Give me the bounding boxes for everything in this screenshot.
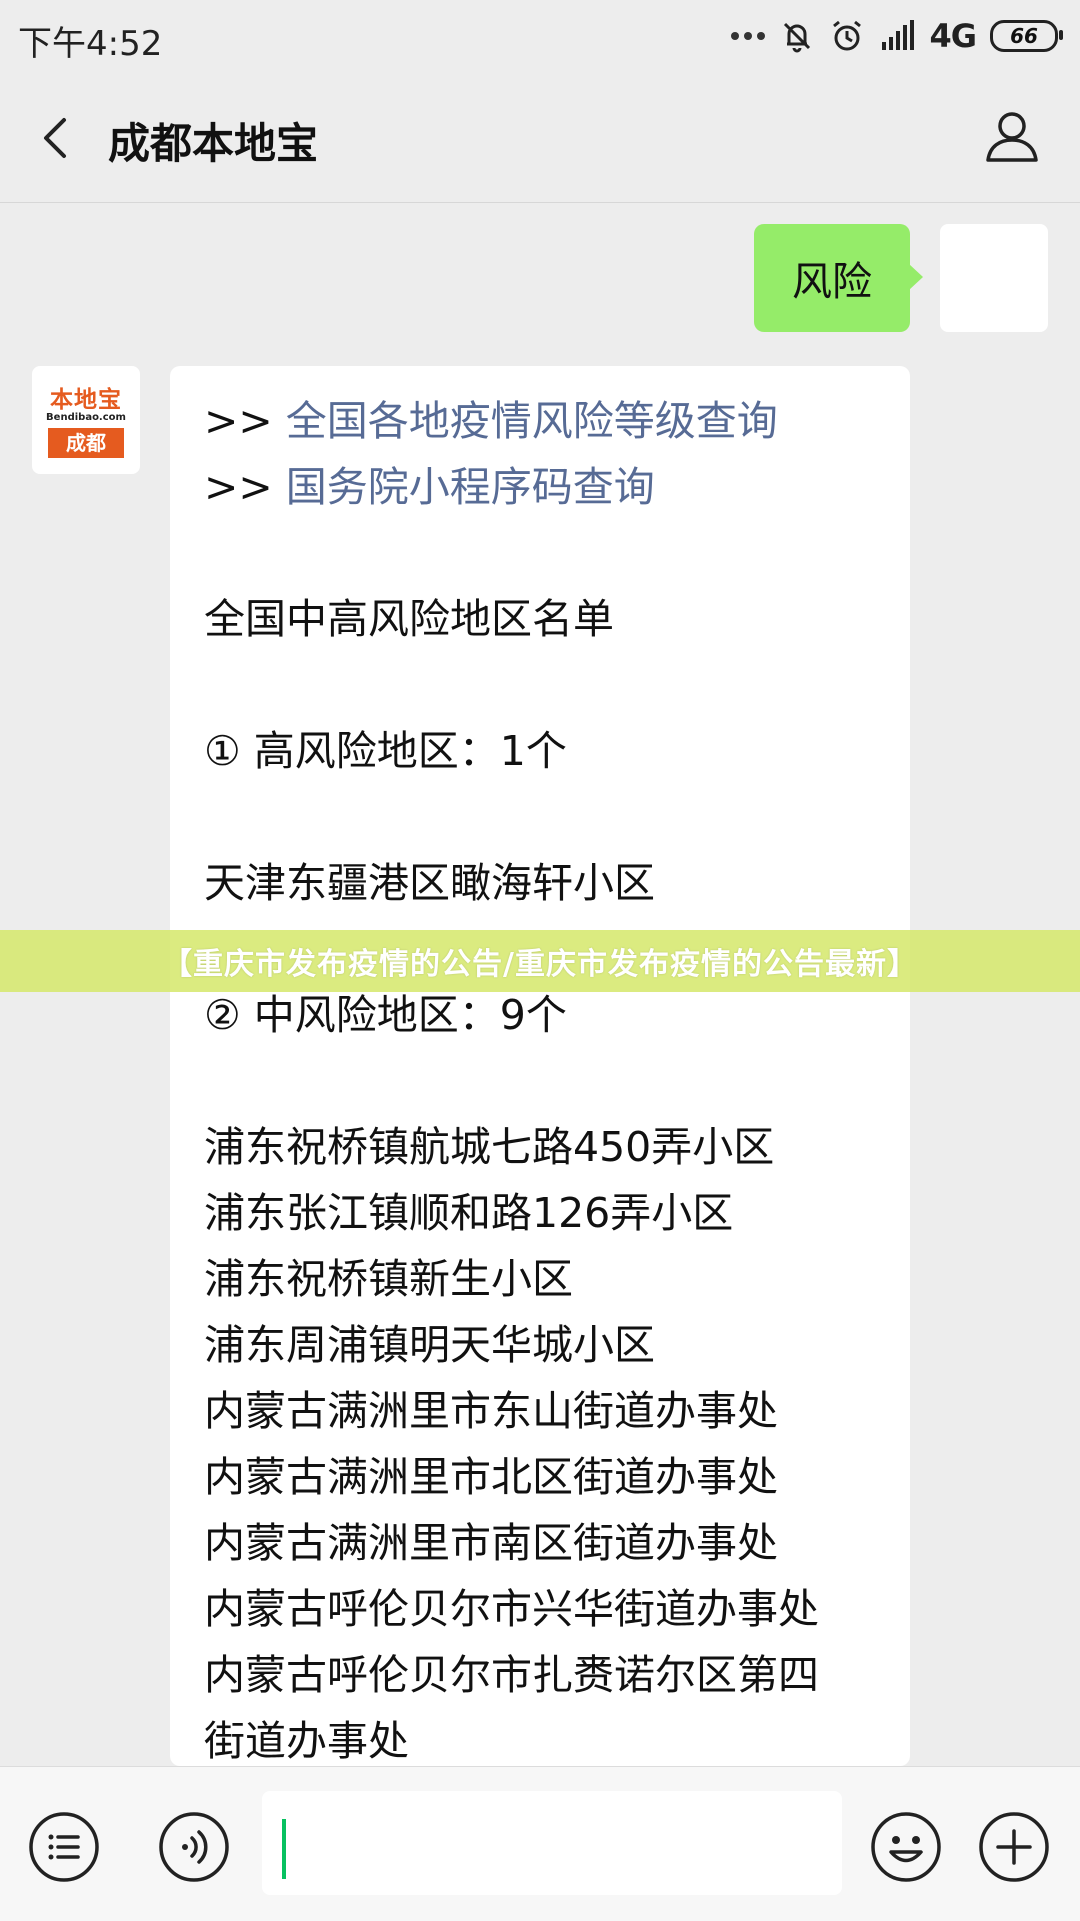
user-avatar[interactable] — [940, 224, 1048, 332]
mid-risk-area: 内蒙古满洲里市南区街道办事处 — [204, 1519, 778, 1567]
mid-risk-area: 内蒙古呼伦贝尔市扎赉诺尔区第四 — [204, 1651, 819, 1699]
status-icons: 4G 66 — [731, 16, 1063, 56]
mini-program-query-link[interactable]: 国务院小程序码查询 — [286, 463, 655, 511]
mid-risk-area: 内蒙古满洲里市北区街道办事处 — [204, 1453, 778, 1501]
voice-icon[interactable] — [158, 1811, 230, 1883]
high-risk-title: ① 高风险地区：1个 — [204, 727, 567, 775]
bot-logo-name: 本地宝 — [50, 387, 122, 413]
chat-header: 成都本地宝 — [0, 72, 1080, 203]
user-message-text: 风险 — [792, 259, 872, 305]
high-risk-area: 天津东疆港区瞰海轩小区 — [204, 859, 655, 907]
bot-logo-site: Bendibao.com — [46, 412, 126, 423]
alarm-icon — [833, 20, 862, 51]
mid-risk-area: 浦东祝桥镇航城七路450弄小区 — [204, 1123, 775, 1171]
network-type: 4G — [929, 17, 977, 55]
mute-icon — [784, 22, 811, 53]
mid-risk-area: 内蒙古满洲里市东山街道办事处 — [204, 1387, 778, 1435]
bot-logo-city: 成都 — [48, 428, 124, 458]
headline-banner: 【重庆市发布疫情的公告/重庆市发布疫情的公告最新】 — [0, 930, 1080, 992]
list-heading: 全国中高风险地区名单 — [204, 595, 614, 643]
profile-icon[interactable] — [982, 106, 1042, 166]
back-icon[interactable] — [30, 108, 86, 168]
risk-query-link-line[interactable]: >> 全国各地疫情风险等级查询 — [204, 388, 890, 454]
emoji-icon[interactable] — [870, 1811, 942, 1883]
menu-list-icon[interactable] — [28, 1811, 100, 1883]
mid-risk-area: 浦东张江镇顺和路126弄小区 — [204, 1189, 734, 1237]
mid-risk-area: 内蒙古呼伦贝尔市兴华街道办事处 — [204, 1585, 819, 1633]
chat-title: 成都本地宝 — [108, 119, 319, 168]
battery-icon: 66 — [990, 20, 1063, 52]
message-input[interactable] — [262, 1791, 842, 1895]
mid-risk-area: 浦东祝桥镇新生小区 — [204, 1255, 573, 1303]
bot-message-bubble: >> 全国各地疫情风险等级查询 >> 国务院小程序码查询 全国中高风险地区名单 … — [170, 366, 910, 1766]
signal-icon — [882, 20, 915, 50]
user-message-bubble[interactable]: 风险 — [754, 224, 923, 332]
risk-level-query-link[interactable]: 全国各地疫情风险等级查询 — [286, 397, 778, 445]
headline-text: 【重庆市发布疫情的公告/重庆市发布疫情的公告最新】 — [162, 947, 918, 982]
bot-avatar[interactable]: 本地宝 Bendibao.com 成都 — [32, 366, 140, 474]
more-dots-icon — [731, 32, 766, 40]
status-bar: 下午4:52 4G 66 — [0, 0, 1080, 72]
mini-program-link-line[interactable]: >> 国务院小程序码查询 — [204, 454, 890, 520]
plus-icon[interactable] — [978, 1811, 1050, 1883]
battery-level: 66 — [1010, 24, 1038, 48]
mid-risk-area: 浦东周浦镇明天华城小区 — [204, 1321, 655, 1369]
input-bar — [0, 1766, 1080, 1921]
status-time: 下午4:52 — [18, 24, 163, 64]
mid-risk-area: 街道办事处 — [204, 1717, 409, 1765]
text-caret — [282, 1819, 286, 1879]
